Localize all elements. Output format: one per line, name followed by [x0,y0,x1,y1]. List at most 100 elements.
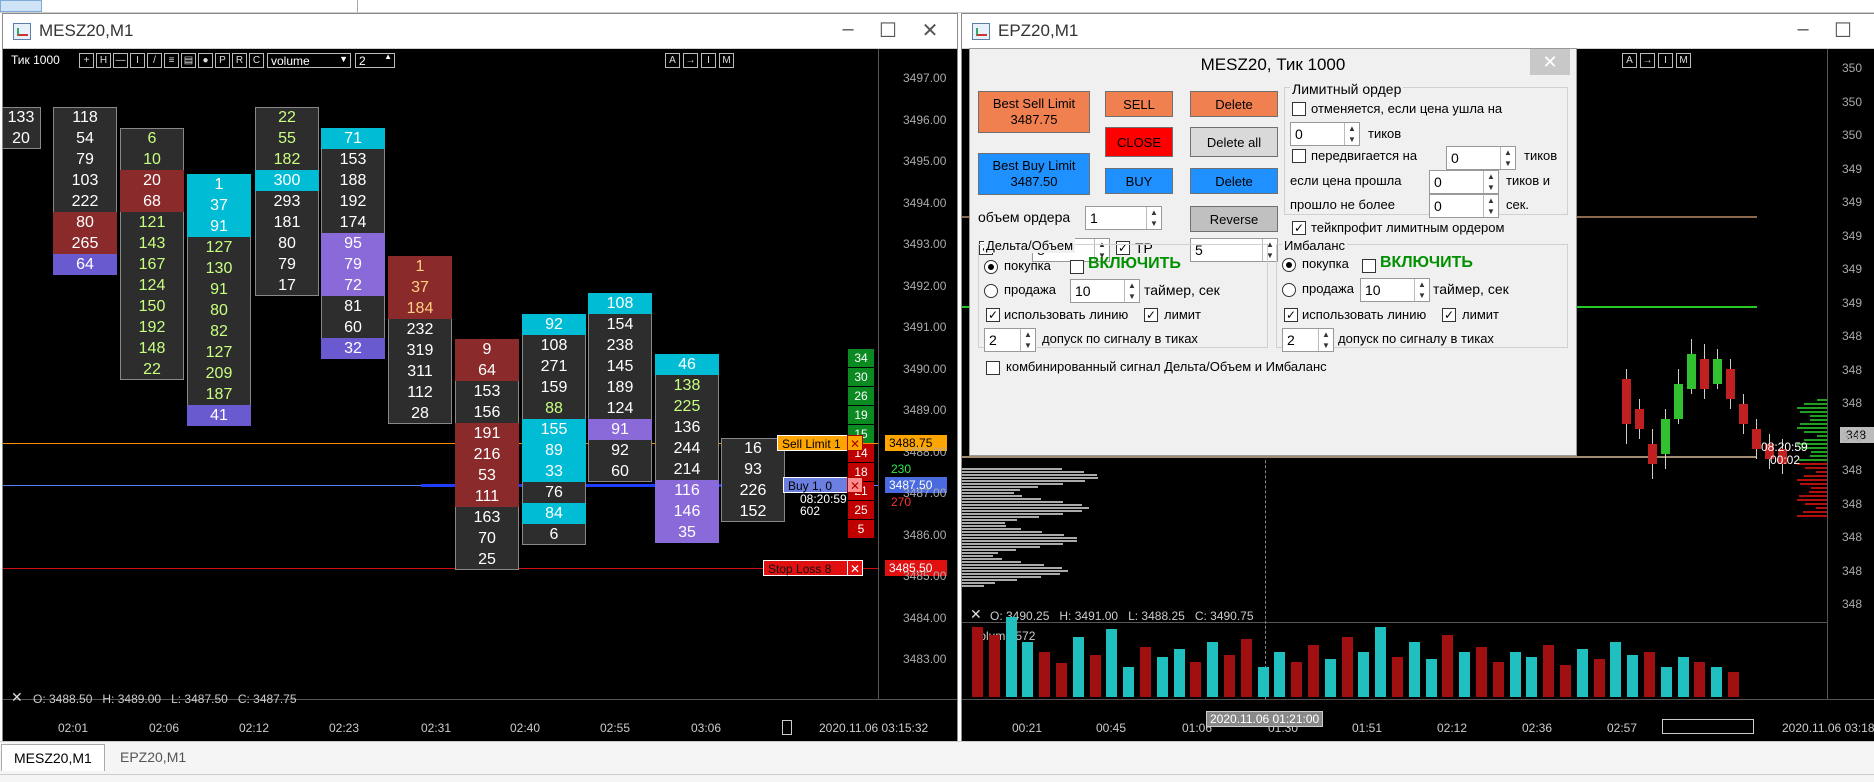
tab-epz20[interactable]: EPZ20,M1 [108,744,198,770]
r-tool-icon[interactable]: R [232,53,247,68]
right-price-axis-label: 348 [1842,597,1863,611]
footprint-cell: 222 [71,193,99,210]
imbalance-title: Имбаланс [1282,238,1348,253]
buy-button[interactable]: BUY [1105,168,1173,194]
footprint-cell: 60 [344,319,362,336]
footprint-cell: 150 [138,298,166,315]
left-chart-area[interactable]: Тик 1000 + H — I / ≡ ▤ ● P R C volume ▼ 2… [3,49,957,741]
imbalance-enable-checkbox[interactable] [1362,259,1376,273]
crosshair-tool-icon[interactable]: + [79,53,94,68]
imbalance-buy-radio[interactable] [1282,258,1296,272]
price-axis-label: 3485.00 [903,569,947,583]
close-position-button[interactable]: CLOSE [1105,127,1173,157]
channel-tool-icon[interactable]: ▤ [181,53,196,68]
cancel-spinner[interactable]: 0 ▲ ▼ [1290,122,1360,146]
imbalance-sell-radio[interactable] [1282,283,1296,297]
buy-cancel-icon[interactable]: ✕ [847,477,863,493]
minimize-icon[interactable]: – [1788,18,1818,41]
top-strip [0,0,1874,13]
best-buy-limit-button[interactable]: Best Buy Limit 3487.50 [978,153,1090,195]
delta-limit-checkbox[interactable]: ✓ [1144,308,1158,322]
footprint-cell: 33 [522,461,586,482]
scroll-marker-icon[interactable] [782,720,792,735]
maximize-icon[interactable]: ☐ [873,18,903,43]
move-checkbox[interactable] [1292,149,1306,163]
sell-button[interactable]: SELL [1105,91,1173,117]
i-mode-icon[interactable]: I [701,53,716,68]
volume-profile-bar [962,513,1063,515]
delta-buy-radio[interactable] [984,260,998,274]
delta-use-line-checkbox[interactable]: ✓ [986,308,1000,322]
footprint-cell: 88 [545,400,563,417]
volume-bar [1173,649,1185,697]
footprint-cell: 214 [673,461,701,478]
price-axis-label: 3486.00 [903,527,947,542]
reverse-button[interactable]: Reverse [1190,206,1278,232]
trendline-tool-icon[interactable]: / [147,53,162,68]
imbalance-limit-checkbox[interactable]: ✓ [1442,308,1456,322]
indicator-value-spinner[interactable]: 2 ▲ [355,52,395,68]
price-axis-label: 3494.00 [903,195,947,210]
footprint-cell: 76 [545,484,563,501]
combined-label: комбинированный сигнал Дельта/Объем и Им… [1006,359,1327,374]
volume-bar [1560,665,1571,697]
passed-spinner[interactable]: 0 ▲ ▼ [1429,194,1499,218]
delta-enable-checkbox[interactable] [1070,260,1084,274]
delta-profile-bar [1800,423,1827,425]
chart-mode-buttons: A → I M [1622,53,1698,68]
m-mode-icon[interactable]: M [719,53,734,68]
tab-mesz20[interactable]: MESZ20,M1 [1,744,105,771]
footprint-cell: 9 [455,339,519,360]
indicator-select[interactable]: volume ▼ [267,53,351,68]
time-axis-label: 02:23 [329,721,360,735]
top-strip-tab[interactable] [0,0,42,12]
scroll-range-box[interactable] [1662,719,1754,734]
sell-limit-cancel-icon[interactable]: ✕ [847,435,863,451]
imbalance-use-line-checkbox[interactable]: ✓ [1284,308,1298,322]
delta-tolerance-spinner[interactable]: 2 ▲ ▼ [984,328,1036,352]
dialog-close-button[interactable]: ✕ [1530,49,1570,75]
minimize-icon[interactable]: – [833,18,863,41]
arrow-mode-icon[interactable]: → [1640,53,1655,68]
move-spinner[interactable]: 0 ▲ ▼ [1446,146,1516,170]
c-tool-icon[interactable]: C [249,53,264,68]
footprint-cell: 22 [143,361,161,378]
delete-all-button[interactable]: Delete all [1190,127,1278,157]
delta-profile-bar [1800,411,1827,413]
circle-tool-icon[interactable]: ● [198,53,213,68]
ohlc-tools-icon: ✕ [11,689,23,705]
imbalance-tolerance-spinner[interactable]: 2 ▲ ▼ [1282,328,1334,352]
best-sell-limit-button[interactable]: Best Sell Limit 3487.75 [978,91,1090,133]
hline-tool-icon[interactable]: H [96,53,111,68]
fibo-tool-icon[interactable]: ≡ [164,53,179,68]
maximize-icon[interactable]: ☐ [1828,18,1858,43]
combined-checkbox[interactable] [986,361,1000,375]
stop-loss-cancel-icon[interactable]: ✕ [847,560,863,576]
p-tool-icon[interactable]: P [215,53,230,68]
if-price-spinner[interactable]: 0 ▲ ▼ [1429,170,1499,194]
a-mode-icon[interactable]: A [1622,53,1637,68]
close-icon[interactable]: ✕ [915,18,945,43]
imbalance-timer-spinner[interactable]: 10 ▲ ▼ [1360,278,1430,302]
ohlc-tools-icon: ✕ [970,606,982,622]
tp-limit-checkbox[interactable]: ✓ [1292,221,1306,235]
m-mode-icon[interactable]: M [1676,53,1691,68]
volume-spinner[interactable]: 1 ▲ ▼ [1085,206,1162,230]
delete-buy-button[interactable]: Delete [1190,168,1278,194]
a-mode-icon[interactable]: A [665,53,680,68]
arrow-mode-icon[interactable]: → [683,53,698,68]
delta-timer-spinner[interactable]: 10 ▲ ▼ [1070,279,1140,303]
cancel-checkbox[interactable] [1292,102,1306,116]
vline-tool-icon[interactable]: I [130,53,145,68]
volume-bar [1140,647,1151,697]
delta-sell-radio[interactable] [984,284,998,298]
minus-tool-icon[interactable]: — [113,53,128,68]
volume-bar [1089,655,1101,697]
volume-bar [1492,662,1504,697]
footprint-cell: 6 [549,526,559,543]
i-mode-icon[interactable]: I [1658,53,1673,68]
candle-body [1752,429,1761,449]
left-window-title: MESZ20,M1 [39,21,134,40]
delete-sell-button[interactable]: Delete [1190,91,1278,117]
right-time-axis-label: 00:45 [1096,721,1127,735]
